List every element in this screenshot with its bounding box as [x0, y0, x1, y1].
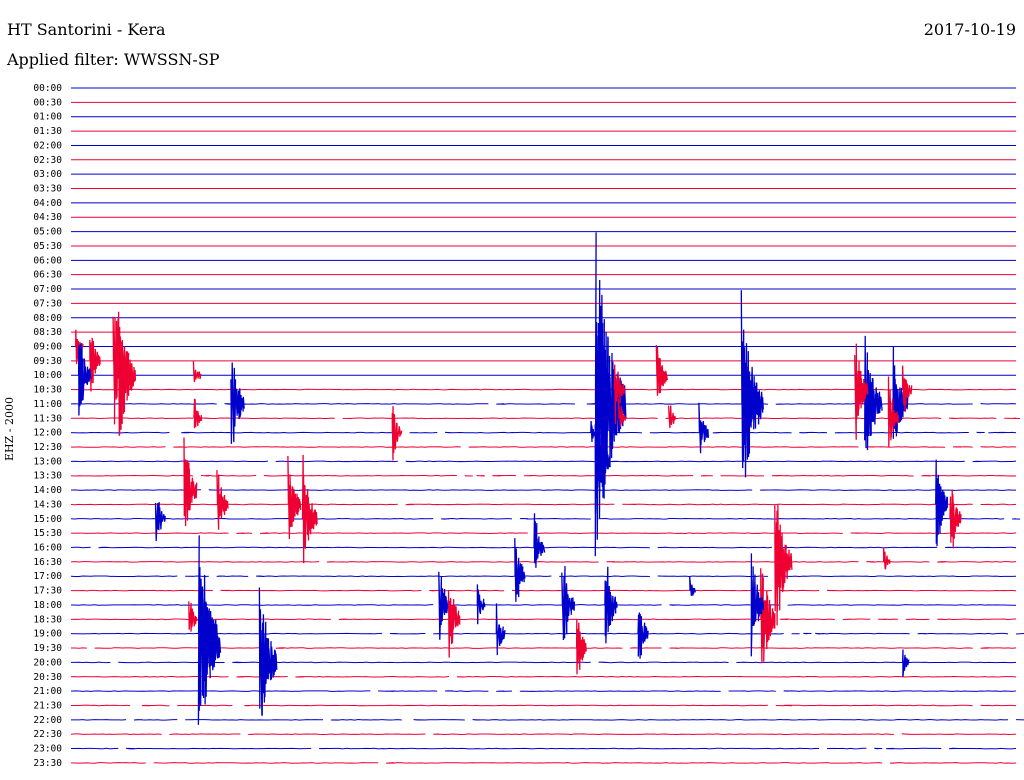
trace-row-1300	[70, 460, 1017, 463]
event-burst-34	[698, 402, 710, 454]
tick-label-0530: 05:30	[33, 241, 62, 252]
tick-label-0000: 00:00	[33, 83, 62, 94]
trace-row-1200	[70, 431, 1017, 434]
event-burst-21	[495, 603, 506, 656]
time-tick-labels: 00:00 00:30 01:00 01:30 02:00 02:30 03:00 03:30…	[33, 83, 62, 769]
tick-label-1630: 16:30	[33, 557, 62, 568]
event-burst-11	[287, 455, 302, 540]
event-burst-16	[188, 601, 198, 632]
event-burst-3	[117, 311, 137, 436]
tick-label-0700: 07:00	[33, 284, 62, 295]
helicorder-plot: 00:00 00:30 01:00 01:30 02:00 02:30 03:00 03:30…	[33, 83, 1024, 769]
event-burst-45	[949, 489, 962, 549]
event-burst-48	[689, 576, 696, 596]
tick-label-0330: 03:30	[33, 184, 62, 195]
event-burst-35	[740, 290, 764, 478]
event-burst-14	[201, 574, 222, 705]
tick-label-1100: 11:00	[33, 399, 62, 410]
tick-label-0930: 09:30	[33, 356, 62, 367]
event-burst-26	[604, 566, 618, 644]
tick-label-1030: 10:30	[33, 385, 62, 396]
tick-label-0230: 02:30	[33, 155, 62, 166]
tick-label-1930: 19:30	[33, 643, 62, 654]
event-burst-47	[901, 649, 910, 677]
tick-label-0200: 02:00	[33, 140, 62, 151]
trace-row-1800	[70, 604, 1017, 606]
tick-label-1800: 18:00	[33, 600, 62, 611]
event-burst-25	[575, 618, 587, 675]
trace-row-1500	[70, 517, 1021, 520]
event-burst-32	[655, 345, 669, 396]
trace-row-2300	[70, 747, 1017, 750]
tick-label-2330: 23:30	[33, 758, 62, 769]
trace-row-2330	[70, 762, 1017, 764]
trace-row-1330	[70, 474, 1017, 477]
trace-row-1230	[70, 446, 1017, 448]
trace-row-2230	[70, 733, 1017, 736]
tick-label-2230: 22:30	[33, 729, 62, 740]
trace-row-1430	[70, 503, 1017, 506]
event-burst-8	[183, 437, 198, 527]
tick-label-1700: 17:00	[33, 571, 62, 582]
tick-label-0030: 00:30	[33, 97, 62, 108]
trace-row-1730	[70, 589, 1017, 592]
tick-label-1230: 12:30	[33, 442, 62, 453]
tick-label-1500: 15:00	[33, 514, 62, 525]
tick-label-0630: 06:30	[33, 270, 62, 281]
event-burst-1	[89, 337, 101, 392]
event-burst-46	[882, 547, 891, 570]
tick-label-1400: 14:00	[33, 485, 62, 496]
tick-label-1830: 18:30	[33, 614, 62, 625]
tick-label-0100: 01:00	[33, 112, 62, 123]
tick-label-2000: 20:00	[33, 657, 62, 668]
event-burst-33	[667, 405, 677, 429]
tick-label-1000: 10:00	[33, 370, 62, 381]
trace-row-2100	[70, 690, 1017, 692]
event-burst-36	[760, 568, 776, 664]
trace-row-1700	[70, 575, 1017, 578]
tick-label-2030: 20:30	[33, 672, 62, 683]
tick-label-0830: 08:30	[33, 327, 62, 338]
tick-label-0900: 09:00	[33, 341, 62, 352]
trace-row-2130	[70, 704, 1017, 707]
tick-label-1330: 13:30	[33, 471, 62, 482]
tick-label-1200: 12:00	[33, 428, 62, 439]
tick-label-1600: 16:00	[33, 543, 62, 554]
event-burst-9	[216, 470, 229, 530]
trace-row-1030	[70, 388, 1017, 391]
trace-row-1630	[70, 561, 1017, 563]
tick-label-2200: 22:00	[33, 715, 62, 726]
tick-label-0400: 04:00	[33, 198, 62, 209]
event-burst-15	[258, 587, 278, 716]
event-burst-38	[774, 504, 793, 626]
event-burst-17	[391, 406, 403, 461]
event-burst-6	[193, 398, 202, 429]
trace-row-1130	[71, 417, 1021, 420]
event-burst-24	[561, 566, 576, 641]
tick-label-0500: 05:00	[33, 227, 62, 238]
seismic-events	[75, 232, 962, 725]
tick-label-1530: 15:30	[33, 528, 62, 539]
tick-label-1730: 17:30	[33, 586, 62, 597]
tick-label-0730: 07:30	[33, 298, 62, 309]
tick-label-0430: 04:30	[33, 212, 62, 223]
tick-label-2300: 23:00	[33, 744, 62, 755]
trace-row-2200	[70, 719, 1024, 721]
tick-label-1130: 11:30	[33, 413, 62, 424]
tick-label-0600: 06:00	[33, 255, 62, 266]
trace-row-1400	[70, 489, 1016, 491]
trace-row-2030	[70, 675, 1017, 678]
event-burst-7	[192, 361, 202, 383]
tick-label-0300: 03:00	[33, 169, 62, 180]
tick-label-1300: 13:00	[33, 456, 62, 467]
tick-label-2130: 21:30	[33, 700, 62, 711]
event-burst-23	[533, 513, 546, 568]
event-burst-10	[154, 502, 166, 542]
tick-label-1430: 14:30	[33, 499, 62, 510]
tick-label-1900: 19:00	[33, 629, 62, 640]
tick-label-0800: 08:00	[33, 313, 62, 324]
tick-label-2100: 21:00	[33, 686, 62, 697]
trace-row-1530	[70, 532, 1017, 534]
tick-label-0130: 01:30	[33, 126, 62, 137]
